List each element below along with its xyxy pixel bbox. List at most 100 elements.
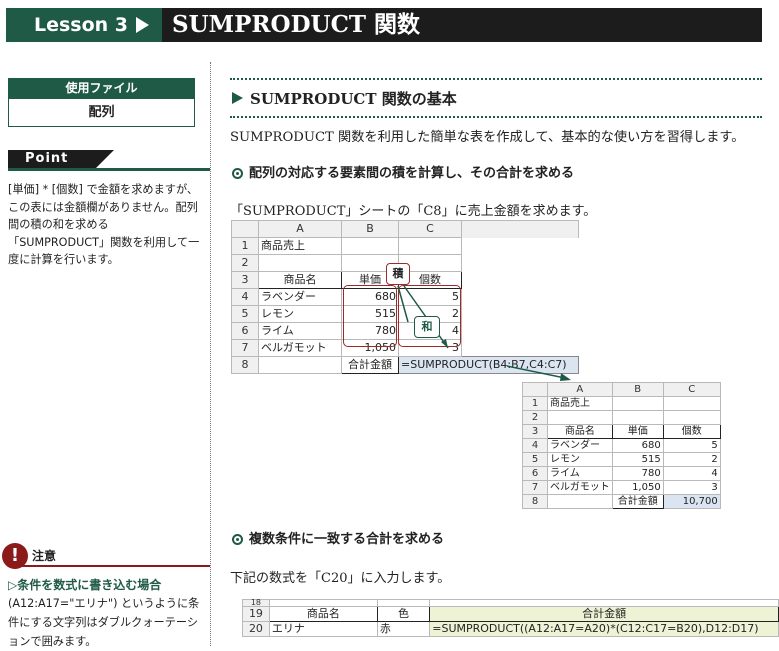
row-header: 3: [522, 424, 548, 439]
row-header: 20: [242, 621, 270, 637]
cell-name[interactable]: ラベンダー: [258, 288, 342, 306]
cell-name[interactable]: レモン: [258, 305, 342, 323]
spreadsheet-multi-condition: 18 19 商品名 色 合計金額 20 エリナ 赤 =SUMPRODUCT((A…: [242, 599, 779, 637]
cell-name[interactable]: ベルガモット: [547, 480, 613, 495]
blank: [462, 323, 579, 340]
cell[interactable]: [547, 410, 613, 425]
cell-name[interactable]: ラベンダー: [547, 438, 613, 453]
cell[interactable]: [258, 254, 342, 272]
play-arrow-icon: [136, 17, 149, 33]
blank: [462, 238, 579, 255]
header-qty[interactable]: 個数: [662, 424, 721, 439]
cell[interactable]: [547, 494, 613, 509]
sheet-title-cell[interactable]: 商品売上: [547, 396, 613, 411]
cell-color[interactable]: 赤: [376, 621, 431, 637]
blank: [462, 272, 579, 289]
caution-label: 注意: [32, 549, 57, 563]
col-header-c: C: [398, 220, 462, 238]
cell[interactable]: [429, 599, 779, 607]
col-header-a: A: [258, 220, 342, 238]
col-header-b: B: [611, 382, 664, 397]
table-row: 6 ライム 780 4: [522, 466, 721, 481]
cell[interactable]: [268, 599, 378, 607]
cell[interactable]: [341, 237, 399, 255]
col-header-a: A: [547, 382, 613, 397]
row-header: 2: [522, 410, 548, 425]
cell-qty[interactable]: 5: [662, 438, 721, 453]
col-header-c: C: [662, 382, 721, 397]
cell[interactable]: [398, 237, 462, 255]
arrow-to-sum: [397, 285, 409, 323]
header-total[interactable]: 合計金額: [429, 606, 779, 622]
blank: [462, 289, 579, 306]
caution-subheading: ▷条件を数式に書き込む場合: [8, 578, 162, 592]
cell[interactable]: [662, 396, 721, 411]
cell-name[interactable]: ライム: [547, 466, 613, 481]
cell-qty[interactable]: 2: [662, 452, 721, 467]
section-rule-top: [230, 78, 762, 80]
row-header: 4: [231, 288, 259, 306]
subheading-2: 複数条件に一致する合計を求める: [232, 528, 444, 547]
cell-name[interactable]: レモン: [547, 452, 613, 467]
sheet-title-cell[interactable]: 商品売上: [258, 237, 342, 255]
cell[interactable]: [258, 356, 342, 374]
extra-col: [461, 220, 579, 238]
description-2: 下記の数式を「C20」に入力します。: [230, 571, 451, 586]
row-header: 4: [522, 438, 548, 453]
corner-cell: [522, 382, 548, 397]
cell-price[interactable]: 780: [611, 466, 664, 481]
total-value[interactable]: 10,700: [662, 494, 721, 509]
header-name[interactable]: 商品名: [268, 606, 378, 622]
row-header: 6: [522, 466, 548, 481]
cell[interactable]: [611, 410, 664, 425]
cell-name[interactable]: エリナ: [268, 621, 378, 637]
cell-price[interactable]: 515: [611, 452, 664, 467]
cell[interactable]: [376, 599, 431, 607]
spreadsheet-result: A B C 1 商品売上 2 3 商品名 単価 個数 4 ラベンダー 680 5 5 レモン 51…: [522, 382, 721, 509]
formula-cell[interactable]: =SUMPRODUCT((A12:A17=A20)*(C12:C17=B20),…: [429, 621, 779, 637]
cell[interactable]: [662, 410, 721, 425]
page-title: SUMPRODUCT 関数: [172, 11, 421, 38]
total-label[interactable]: 合計金額: [611, 494, 664, 509]
blank: [462, 340, 579, 357]
result-arrow-head: [560, 373, 571, 381]
cell[interactable]: [611, 396, 664, 411]
row-header: 8: [522, 494, 548, 509]
point-tab: Point: [8, 150, 96, 168]
sum-label: 和: [414, 316, 440, 338]
header-name[interactable]: 商品名: [547, 424, 613, 439]
description-1: 「SUMPRODUCT」シートの「C8」に売上金額を求めます。: [230, 204, 597, 219]
header-price[interactable]: 単価: [611, 424, 664, 439]
subheading-1-text: 配列の対応する要素間の積を計算し、その合計を求める: [249, 166, 575, 181]
row-header: 18: [242, 599, 270, 607]
row-header: 3: [231, 271, 259, 289]
row-header: 6: [231, 322, 259, 340]
cell-price[interactable]: 1,050: [611, 480, 664, 495]
section-title: SUMPRODUCT 関数の基本: [250, 90, 457, 108]
cell-qty[interactable]: 4: [662, 466, 721, 481]
cell-name[interactable]: ライム: [258, 322, 342, 340]
caution-text: (A12:A17="エリナ") というように条件にする文字列はダブルクォーテーシ…: [8, 597, 200, 648]
file-box-heading: 使用ファイル: [8, 78, 195, 98]
row-header: 5: [522, 452, 548, 467]
header-color[interactable]: 色: [376, 606, 431, 622]
row-header: 7: [522, 480, 548, 495]
intro-text: SUMPRODUCT 関数を利用した簡単な表を作成して、基本的な使い方を習得しま…: [230, 130, 745, 145]
subheading-2-text: 複数条件に一致する合計を求める: [249, 532, 445, 547]
bullet-circle-icon: [232, 168, 243, 179]
column-divider: [210, 62, 211, 646]
row-header: 1: [522, 396, 548, 411]
bullet-circle-icon: [232, 534, 243, 545]
blank: [462, 255, 579, 272]
row-header: 5: [231, 305, 259, 323]
section-arrow-icon: [232, 92, 243, 104]
cell-name[interactable]: ベルガモット: [258, 339, 342, 357]
cell-qty[interactable]: 3: [662, 480, 721, 495]
product-label: 積: [386, 263, 410, 285]
corner-cell: [231, 220, 259, 238]
table-row: 5 レモン 515 2: [522, 452, 721, 467]
total-label[interactable]: 合計金額: [341, 356, 399, 374]
row-header: 2: [231, 254, 259, 272]
header-name[interactable]: 商品名: [258, 271, 342, 289]
cell-price[interactable]: 680: [611, 438, 664, 453]
